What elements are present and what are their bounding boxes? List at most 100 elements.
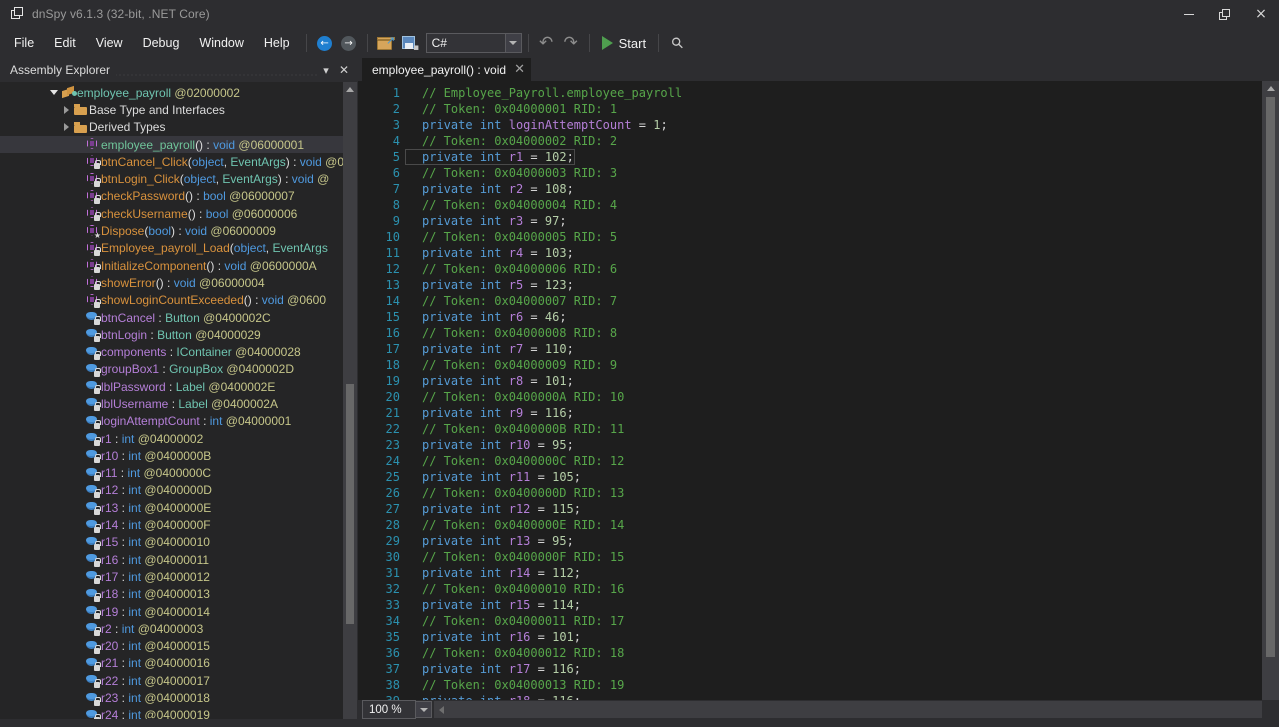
start-debug-button[interactable]: Start	[596, 36, 652, 51]
tree-item-showLoginCountExceeded[interactable]: showLoginCountExceeded() : void @0600	[0, 292, 343, 309]
search-button[interactable]: ⚲	[665, 31, 689, 55]
tree-item-r20[interactable]: r20 : int @04000015	[0, 638, 343, 655]
code-line[interactable]: 9 private int r3 = 97;	[358, 213, 1262, 229]
tree-item-btnLogin_Click[interactable]: btnLogin_Click(object, EventArgs) : void…	[0, 170, 343, 187]
tree-item-employee_payroll[interactable]: employee_payroll() : void @06000001	[0, 135, 343, 154]
navigate-forward-button[interactable]: →	[337, 31, 361, 55]
tree-item-r17[interactable]: r17 : int @04000012	[0, 568, 343, 585]
tab-close-icon[interactable]: ✕	[514, 63, 525, 76]
tree-item-r18[interactable]: r18 : int @04000013	[0, 586, 343, 603]
redo-button[interactable]: ↷	[559, 31, 583, 55]
tree-item-DerivedTypes[interactable]: Derived Types	[0, 119, 343, 136]
tree-item-r22[interactable]: r22 : int @04000017	[0, 672, 343, 689]
code-line[interactable]: 33 private int r15 = 114;	[358, 597, 1262, 613]
tree-item-lblPassword[interactable]: lblPassword : Label @0400002E	[0, 378, 343, 395]
code-line[interactable]: 17 private int r7 = 110;	[358, 341, 1262, 357]
code-line[interactable]: 13 private int r5 = 123;	[358, 277, 1262, 293]
panel-menu-button[interactable]: ▾	[317, 60, 335, 80]
tree-item-Dispose[interactable]: ★ Dispose(bool) : void @06000009	[0, 222, 343, 239]
menu-help[interactable]: Help	[254, 32, 300, 54]
tree-item-groupBox1[interactable]: groupBox1 : GroupBox @0400002D	[0, 361, 343, 378]
tree-item-r13[interactable]: r13 : int @0400000E	[0, 499, 343, 516]
tree-item-r1[interactable]: r1 : int @04000002	[0, 430, 343, 447]
code-line[interactable]: 19 private int r8 = 101;	[358, 373, 1262, 389]
code-line[interactable]: 11 private int r4 = 103;	[358, 245, 1262, 261]
code-line[interactable]: 23 private int r10 = 95;	[358, 437, 1262, 453]
assembly-tree[interactable]: employee_payroll @02000002 Base Type and …	[0, 82, 343, 719]
open-file-button[interactable]: ↗	[374, 31, 398, 55]
code-line[interactable]: 25 private int r11 = 105;	[358, 469, 1262, 485]
code-line[interactable]: 2 // Token: 0x04000001 RID: 1	[358, 101, 1262, 117]
hscroll-left-button[interactable]	[434, 705, 449, 714]
zoom-chevron-down-icon[interactable]	[416, 701, 432, 718]
tree-scroll-up-button[interactable]	[343, 82, 357, 96]
tree-item-r23[interactable]: r23 : int @04000018	[0, 689, 343, 706]
language-select[interactable]: C#	[425, 33, 522, 53]
code-line[interactable]: 1 // Employee_Payroll.employee_payroll	[358, 85, 1262, 101]
save-all-button[interactable]: ▪	[398, 31, 422, 55]
tree-vertical-scrollbar[interactable]	[343, 82, 357, 719]
expander-closed-icon[interactable]	[60, 105, 72, 114]
code-line[interactable]: 34 // Token: 0x04000011 RID: 17	[358, 613, 1262, 629]
code-line[interactable]: 3 private int loginAttemptCount = 1;	[358, 117, 1262, 133]
menu-edit[interactable]: Edit	[44, 32, 86, 54]
code-line[interactable]: 32 // Token: 0x04000010 RID: 16	[358, 581, 1262, 597]
code-line[interactable]: 22 // Token: 0x0400000B RID: 11	[358, 421, 1262, 437]
menu-view[interactable]: View	[86, 32, 133, 54]
code-lines[interactable]: 1 // Employee_Payroll.employee_payroll 2 //…	[358, 81, 1262, 719]
tree-item-r15[interactable]: r15 : int @04000010	[0, 534, 343, 551]
editor-horizontal-scrollbar[interactable]	[434, 701, 1279, 718]
tree-item-Employee_payroll_Load[interactable]: Employee_payroll_Load(object, EventArgs	[0, 240, 343, 257]
tab-employee-payroll[interactable]: employee_payroll() : void ✕	[362, 58, 531, 81]
tree-item-btnLogin[interactable]: btnLogin : Button @04000029	[0, 326, 343, 343]
panel-close-button[interactable]: ✕	[335, 60, 353, 80]
tree-item-lblUsername[interactable]: lblUsername : Label @0400002A	[0, 395, 343, 412]
tree-item-btnCancel_Click[interactable]: btnCancel_Click(object, EventArgs) : voi…	[0, 153, 343, 170]
tree-item-components[interactable]: components : IContainer @04000028	[0, 343, 343, 360]
tree-item-InitializeComponent[interactable]: InitializeComponent() : void @0600000A	[0, 257, 343, 274]
menu-window[interactable]: Window	[189, 32, 253, 54]
code-line[interactable]: 31 private int r14 = 112;	[358, 565, 1262, 581]
tree-item-r11[interactable]: r11 : int @0400000C	[0, 465, 343, 482]
close-button[interactable]: ×	[1243, 0, 1279, 28]
code-line[interactable]: 27 private int r12 = 115;	[358, 501, 1262, 517]
code-line[interactable]: 30 // Token: 0x0400000F RID: 15	[358, 549, 1262, 565]
tree-item-r12[interactable]: r12 : int @0400000D	[0, 482, 343, 499]
code-line[interactable]: 4 // Token: 0x04000002 RID: 2	[358, 133, 1262, 149]
tree-item-checkUsername[interactable]: checkUsername() : bool @06000006	[0, 205, 343, 222]
code-line[interactable]: 24 // Token: 0x0400000C RID: 12	[358, 453, 1262, 469]
code-line[interactable]: 36 // Token: 0x04000012 RID: 18	[358, 645, 1262, 661]
tree-item-btnCancel[interactable]: btnCancel : Button @0400002C	[0, 309, 343, 326]
tree-item-checkPassword[interactable]: checkPassword() : bool @06000007	[0, 188, 343, 205]
zoom-level-select[interactable]: 100 %	[362, 700, 416, 719]
editor-scroll-up-button[interactable]	[1262, 81, 1279, 95]
tree-item-r21[interactable]: r21 : int @04000016	[0, 655, 343, 672]
code-line[interactable]: 26 // Token: 0x0400000D RID: 13	[358, 485, 1262, 501]
code-line[interactable]: 38 // Token: 0x04000013 RID: 19	[358, 677, 1262, 693]
minimize-button[interactable]	[1171, 0, 1207, 28]
tree-item-r2[interactable]: r2 : int @04000003	[0, 620, 343, 637]
expander-open-icon[interactable]	[48, 90, 60, 96]
code-line[interactable]: 28 // Token: 0x0400000E RID: 14	[358, 517, 1262, 533]
tree-item-BaseTypeandInterfaces[interactable]: Base Type and Interfaces	[0, 101, 343, 118]
code-line[interactable]: 20 // Token: 0x0400000A RID: 10	[358, 389, 1262, 405]
code-line[interactable]: 7 private int r2 = 108;	[358, 181, 1262, 197]
editor-scroll-thumb[interactable]	[1266, 97, 1275, 657]
tree-item-r19[interactable]: r19 : int @04000014	[0, 603, 343, 620]
undo-button[interactable]: ↷	[535, 31, 559, 55]
tree-item-r24[interactable]: r24 : int @04000019	[0, 707, 343, 719]
code-line[interactable]: 14 // Token: 0x04000007 RID: 7	[358, 293, 1262, 309]
menu-file[interactable]: File	[4, 32, 44, 54]
maximize-button[interactable]	[1207, 0, 1243, 28]
tree-item-r14[interactable]: r14 : int @0400000F	[0, 516, 343, 533]
menu-debug[interactable]: Debug	[133, 32, 190, 54]
window-resize-grip[interactable]	[1262, 700, 1279, 719]
code-line[interactable]: 37 private int r17 = 116;	[358, 661, 1262, 677]
tree-item-showError[interactable]: showError() : void @06000004	[0, 274, 343, 291]
code-line[interactable]: 21 private int r9 = 116;	[358, 405, 1262, 421]
tree-item-r16[interactable]: r16 : int @04000011	[0, 551, 343, 568]
code-line[interactable]: 29 private int r13 = 95;	[358, 533, 1262, 549]
code-line[interactable]: 16 // Token: 0x04000008 RID: 8	[358, 325, 1262, 341]
code-line[interactable]: 15 private int r6 = 46;	[358, 309, 1262, 325]
code-line[interactable]: 6 // Token: 0x04000003 RID: 3	[358, 165, 1262, 181]
